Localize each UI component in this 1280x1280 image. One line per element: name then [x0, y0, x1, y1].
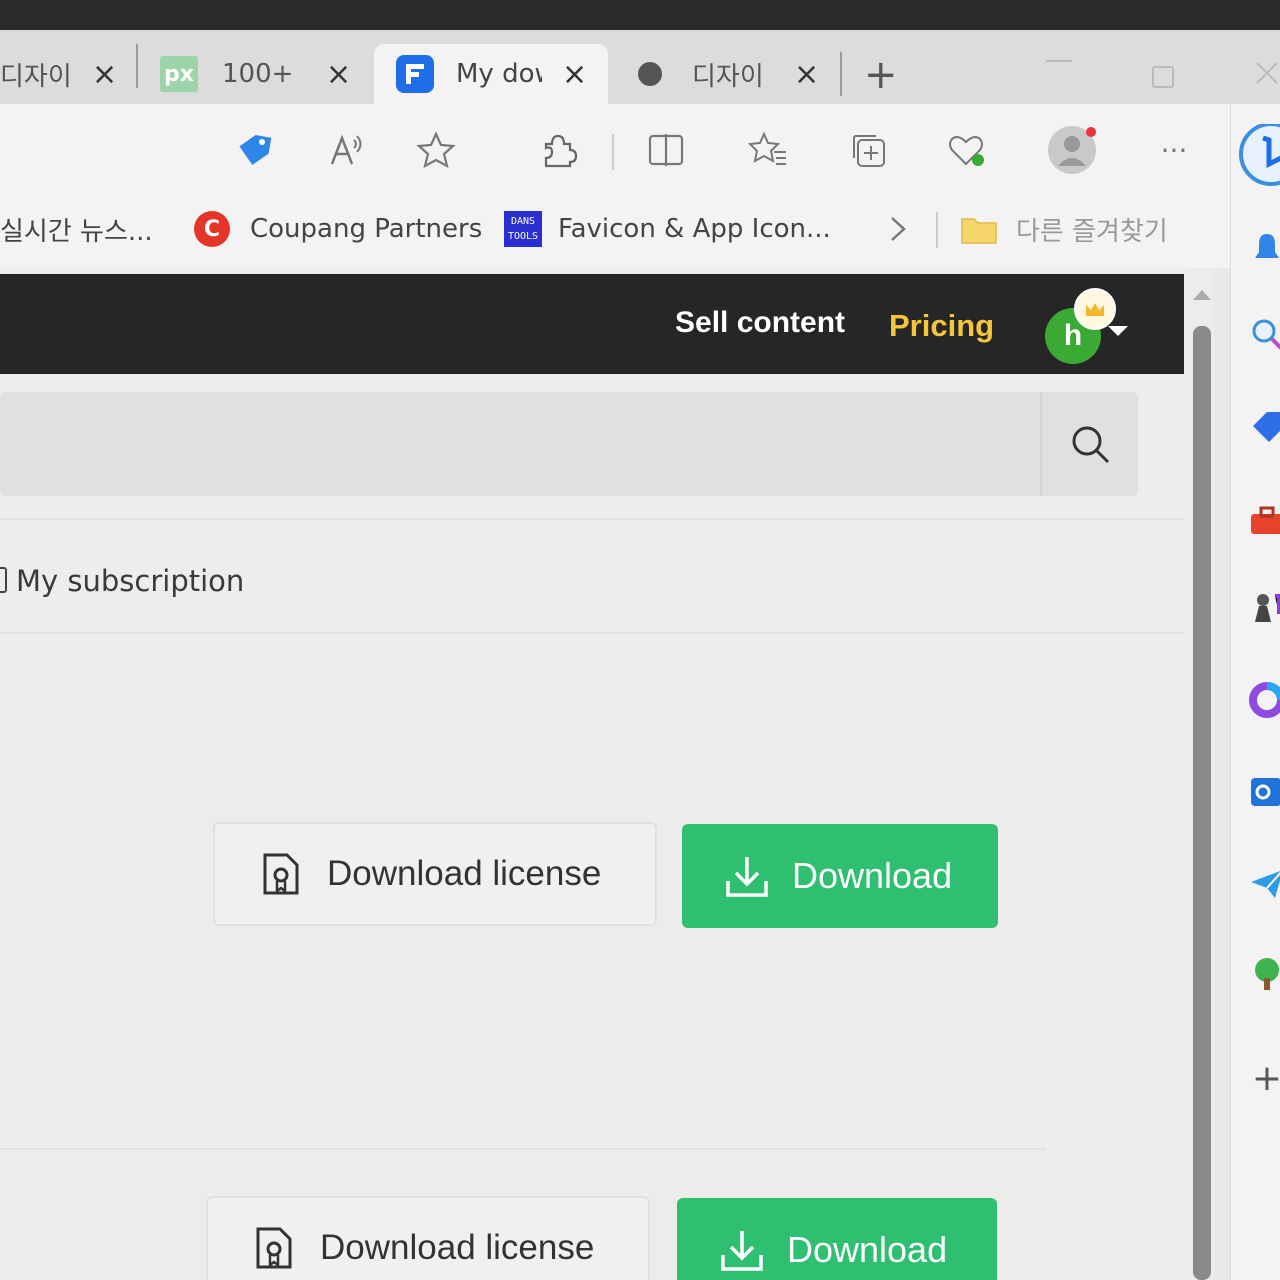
download-label: Download	[792, 855, 953, 896]
item-divider	[0, 1148, 1046, 1150]
folder-icon	[961, 218, 997, 244]
bookmarks-overflow-chevron-icon[interactable]	[886, 206, 910, 252]
bookmarks-divider	[936, 212, 938, 248]
minimize-button[interactable]	[1046, 60, 1072, 62]
bookmark-favicon[interactable]: DANS TOOLS Favicon & App Icon...	[504, 206, 831, 252]
browser-essentials-icon[interactable]	[944, 128, 988, 172]
bookmark-news[interactable]: 실시간 뉴스...	[0, 206, 153, 252]
freepik-icon	[396, 55, 434, 93]
download-license-button[interactable]: Download license	[206, 1196, 650, 1280]
download-license-button[interactable]: Download license	[213, 822, 657, 926]
other-favorites[interactable]: 다른 즐겨찾기	[960, 206, 1168, 252]
web-page: Sell content Pricing h My subscription D…	[0, 268, 1190, 1280]
site-header: Sell content Pricing h	[0, 274, 1184, 374]
dans-tools-logo-icon: DANS TOOLS	[504, 211, 542, 247]
tree-drop-icon[interactable]	[1247, 954, 1280, 994]
notification-bell-icon[interactable]	[1247, 228, 1280, 268]
edge-sidebar: +	[1230, 104, 1280, 1280]
tab-2[interactable]: px 100+ F ×	[160, 44, 370, 104]
bookmark-label: Favicon & App Icon...	[558, 214, 831, 244]
download-button[interactable]: Download	[682, 824, 998, 928]
scrollbar-thumb[interactable]	[1193, 326, 1211, 1280]
close-icon[interactable]: ×	[326, 57, 351, 92]
coupon-tag-icon[interactable]	[232, 128, 276, 172]
license-file-icon	[256, 1227, 292, 1269]
pricing-link[interactable]: Pricing	[889, 308, 994, 344]
toolbar-divider	[612, 134, 614, 170]
tab-3-active[interactable]: My dow ×	[374, 44, 608, 104]
search-button[interactable]	[1040, 392, 1138, 496]
collections-icon[interactable]	[846, 128, 890, 172]
microsoft-365-icon[interactable]	[1247, 680, 1280, 720]
subscription-icon	[0, 567, 7, 593]
profile-avatar-icon[interactable]	[1046, 124, 1098, 176]
tab-4[interactable]: 디자이 ×	[612, 44, 832, 104]
license-file-icon	[263, 853, 299, 895]
new-tab-button[interactable]: +	[864, 52, 898, 98]
split-screen-icon[interactable]	[644, 128, 688, 172]
more-menu-icon[interactable]: ···	[1152, 128, 1196, 172]
window-close-icon[interactable]	[1254, 60, 1280, 93]
scroll-up-arrow-icon[interactable]	[1193, 290, 1211, 300]
bookmark-coupang[interactable]: C Coupang Partners	[194, 206, 482, 252]
search-input[interactable]	[0, 392, 1138, 496]
add-sidebar-app-icon[interactable]: +	[1247, 1058, 1280, 1099]
my-subscription-link[interactable]: My subscription	[0, 564, 244, 598]
sell-content-link[interactable]: Sell content	[675, 306, 845, 340]
search-icon	[1072, 426, 1110, 464]
tab-title: My dow	[456, 59, 542, 89]
maximize-button[interactable]	[1152, 66, 1174, 88]
favorites-list-icon[interactable]	[746, 128, 790, 172]
account-dropdown-caret-icon[interactable]	[1108, 326, 1128, 336]
tab-divider	[840, 52, 842, 96]
license-label: Download license	[327, 854, 602, 893]
bookmark-label: 다른 즐겨찾기	[1016, 216, 1168, 247]
tab-strip: 디자이 × px 100+ F × My dow × 디자이 × +	[0, 30, 1280, 104]
bookmark-label: 실시간 뉴스...	[0, 216, 153, 247]
download-label: Download	[787, 1229, 948, 1270]
send-telegram-icon[interactable]	[1247, 864, 1280, 904]
download-icon	[726, 857, 768, 897]
outlook-icon[interactable]	[1247, 772, 1280, 812]
tab-favicon-icon	[638, 62, 662, 86]
bing-copilot-icon[interactable]	[1237, 124, 1280, 188]
close-icon[interactable]: ×	[562, 57, 587, 92]
shopping-tag-icon[interactable]	[1247, 406, 1280, 446]
coupang-logo-icon: C	[194, 211, 230, 247]
section-divider	[0, 632, 1184, 634]
tools-toolbox-icon[interactable]	[1247, 500, 1280, 540]
tab-divider	[136, 44, 138, 88]
tab-title: 디자이	[692, 61, 764, 92]
tab-title: 100+ F	[222, 59, 304, 89]
subscription-label: My subscription	[16, 564, 245, 598]
close-icon[interactable]: ×	[92, 57, 117, 92]
games-chess-icon[interactable]	[1247, 588, 1280, 628]
section-divider	[0, 518, 1184, 520]
extensions-icon[interactable]	[536, 128, 580, 172]
bookmarks-bar: 실시간 뉴스... C Coupang Partners DANS TOOLS …	[0, 192, 1230, 268]
license-label: Download license	[320, 1228, 595, 1267]
tab-1[interactable]: 디자이 ×	[0, 44, 130, 104]
download-icon	[721, 1231, 763, 1271]
pixabay-icon: px	[160, 56, 198, 92]
browser-toolbar: ···	[0, 104, 1230, 192]
premium-crown-icon	[1074, 288, 1116, 330]
read-aloud-icon[interactable]	[324, 128, 368, 172]
close-icon[interactable]: ×	[794, 57, 819, 92]
download-button[interactable]: Download	[677, 1198, 997, 1280]
bookmark-label: Coupang Partners	[250, 214, 483, 244]
favorite-star-icon[interactable]	[414, 128, 458, 172]
search-sidebar-icon[interactable]	[1247, 314, 1280, 354]
tab-title: 디자이	[0, 61, 70, 92]
